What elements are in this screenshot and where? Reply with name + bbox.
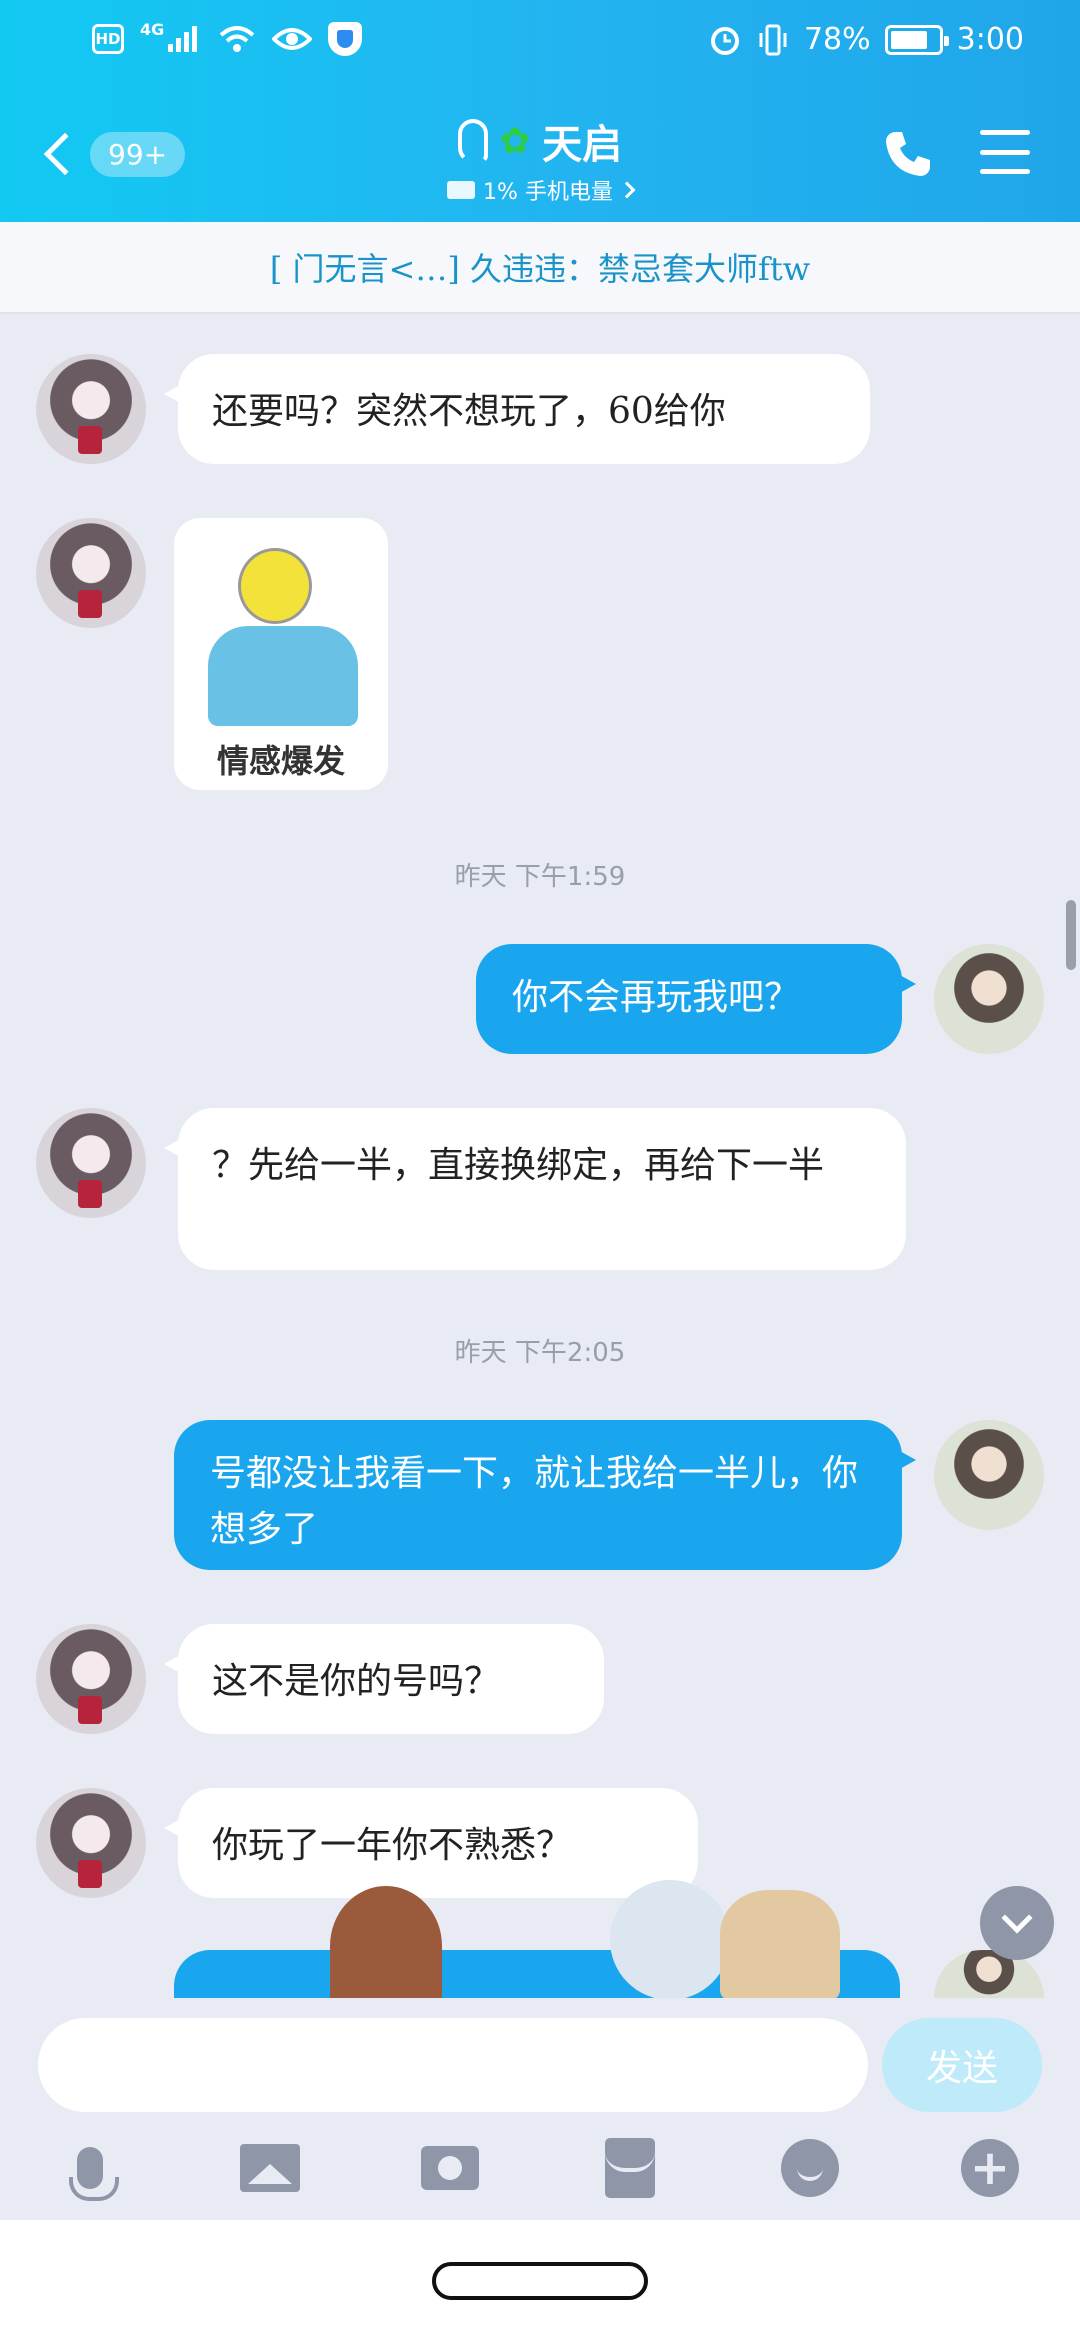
- chat-title-area[interactable]: ✿ 天启 1% 手机电量: [380, 112, 700, 206]
- avatar[interactable]: [36, 1624, 146, 1734]
- wifi-icon: [219, 26, 255, 52]
- avatar[interactable]: [934, 1420, 1044, 1530]
- sticker-face: [238, 548, 312, 624]
- shield-icon: [328, 22, 363, 56]
- message-bubble-left[interactable]: 还要吗？突然不想玩了，60给你: [164, 354, 870, 464]
- ear-icon: [457, 119, 488, 163]
- image-icon[interactable]: [238, 2136, 302, 2200]
- message-bubble-left[interactable]: 这不是你的号吗？: [164, 1624, 604, 1734]
- system-nav-bar: [0, 2220, 1080, 2340]
- chat-title: 天启: [542, 121, 623, 168]
- send-button[interactable]: 发送: [882, 2018, 1042, 2112]
- battery-mini-icon: [447, 181, 476, 199]
- avatar[interactable]: [36, 518, 146, 628]
- avatar[interactable]: [36, 1108, 146, 1218]
- message-input[interactable]: [38, 2018, 868, 2112]
- menu-icon[interactable]: [980, 130, 1030, 174]
- plus-icon[interactable]: +: [958, 2136, 1022, 2200]
- clock-time: 3:00: [956, 22, 1024, 57]
- mic-icon[interactable]: [58, 2136, 122, 2201]
- message-bubble-left[interactable]: ？先给一半，直接换绑定，再给下一半: [164, 1108, 906, 1270]
- composer-toolbar: +: [0, 2136, 1080, 2216]
- scrollbar-thumb[interactable]: [1066, 900, 1076, 970]
- timestamp: 昨天 下午2:05: [454, 1338, 626, 1368]
- unread-badge: 99+: [90, 131, 186, 177]
- battery-icon: [884, 24, 949, 55]
- chat-subtitle: 1% 手机电量: [483, 180, 613, 205]
- alarm-icon: [710, 26, 739, 55]
- message-bubble-right[interactable]: 号都没让我看一下，就让我给一半儿，你想多了: [174, 1420, 916, 1570]
- character-cat: [720, 1890, 840, 2000]
- battery-percent: 78%: [803, 22, 871, 57]
- chat-header: HD 4G 78% 3:00 99+ ✿ 天启 1% 手机电量: [0, 0, 1080, 222]
- chevron-left-icon: [43, 132, 87, 176]
- timestamp: 昨天 下午1:59: [454, 862, 626, 892]
- eye-icon: [272, 28, 313, 50]
- back-button[interactable]: 99+: [38, 124, 188, 184]
- vibrate-icon: [759, 24, 787, 55]
- composer: 发送 +: [0, 1998, 1080, 2220]
- red-packet-icon[interactable]: [598, 2136, 662, 2200]
- avatar[interactable]: [36, 354, 146, 464]
- chevron-down-icon: [1001, 1902, 1033, 1934]
- network-type: 4G: [140, 19, 165, 39]
- emoji-icon[interactable]: [778, 2136, 842, 2200]
- sticker-body: [208, 626, 358, 726]
- message-bubble-right[interactable]: 你不会再玩我吧？: [476, 944, 916, 1054]
- nav-bar-top: 99+ ✿ 天启 1% 手机电量: [0, 100, 1080, 220]
- group-announcement[interactable]: [ 门无言<…] 久违违：禁忌套大师ftw: [0, 222, 1080, 314]
- character-boy: [330, 1886, 442, 2006]
- hd-badge: HD: [92, 24, 124, 54]
- sticker-caption: 情感爆发: [216, 742, 345, 780]
- sprout-icon: ✿: [499, 120, 531, 162]
- scroll-to-bottom-button[interactable]: [980, 1886, 1054, 1960]
- signal-icon: [168, 26, 198, 52]
- character-silver-hair: [610, 1880, 730, 2000]
- status-bar: HD 4G 78% 3:00: [0, 0, 1080, 90]
- avatar[interactable]: [934, 944, 1044, 1054]
- home-indicator[interactable]: [432, 2262, 648, 2300]
- avatar[interactable]: [36, 1788, 146, 1898]
- pet-characters-overlay[interactable]: [320, 1880, 880, 2006]
- camera-icon[interactable]: [418, 2136, 482, 2200]
- chevron-right-icon: [618, 181, 636, 199]
- sticker-image[interactable]: 情感爆发: [174, 518, 388, 790]
- phone-icon[interactable]: [880, 126, 936, 182]
